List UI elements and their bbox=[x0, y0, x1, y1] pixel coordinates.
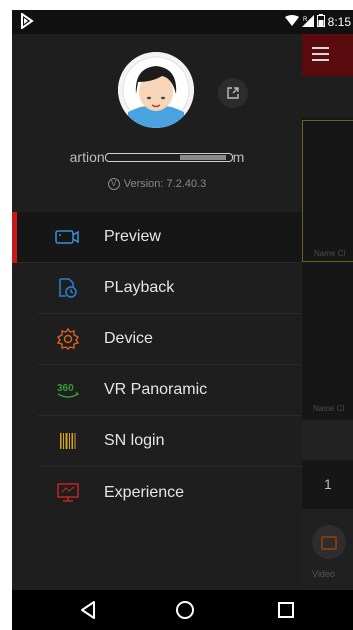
background-app: Name Cl Name Cl 1 Video bbox=[302, 34, 353, 590]
username-redaction bbox=[104, 152, 233, 162]
notification-icon bbox=[20, 12, 34, 34]
status-time: 8:15 bbox=[327, 15, 351, 29]
wifi-icon bbox=[284, 14, 299, 30]
camera-preview-icon bbox=[54, 225, 82, 249]
menu-item-label: SN login bbox=[104, 432, 165, 449]
menu-item-sn-login[interactable]: SN login bbox=[38, 416, 302, 467]
background-preview-cell[interactable]: Name Cl bbox=[302, 120, 353, 262]
menu-item-label: Device bbox=[104, 330, 153, 347]
background-toolbar bbox=[302, 420, 353, 460]
menu-item-device[interactable]: Device bbox=[38, 314, 302, 365]
vr-360-icon: 360 bbox=[54, 378, 82, 402]
home-icon[interactable] bbox=[176, 601, 194, 619]
background-preview-cell[interactable]: Name Cl bbox=[302, 266, 353, 416]
recent-apps-icon[interactable] bbox=[278, 602, 294, 618]
video-label: Video bbox=[312, 569, 335, 579]
username-prefix: artion bbox=[69, 149, 105, 165]
background-subheader bbox=[302, 76, 353, 118]
menu-item-label: PLayback bbox=[104, 279, 175, 296]
battery-icon bbox=[316, 14, 325, 30]
navigation-drawer: artion m V Version: 7.2.40.3 Preview PLay… bbox=[12, 34, 302, 590]
version-icon: V bbox=[107, 178, 120, 190]
menu-item-experience[interactable]: Experience bbox=[38, 467, 302, 518]
background-cell-name: Name Cl bbox=[314, 249, 346, 258]
menu-item-label: VR Panoramic bbox=[104, 381, 208, 398]
background-bottom-panel: Video bbox=[302, 509, 353, 590]
username: artion m bbox=[12, 149, 302, 165]
monitor-icon bbox=[54, 481, 82, 505]
svg-text:R: R bbox=[303, 17, 308, 23]
avatar[interactable] bbox=[118, 52, 194, 128]
status-bar: R 8:15 bbox=[12, 10, 353, 34]
phone-screen: R 8:15 Name Cl Name Cl 1 Video artion m … bbox=[12, 10, 353, 630]
video-icon[interactable] bbox=[312, 525, 346, 559]
menu-item-preview[interactable]: Preview bbox=[12, 212, 302, 263]
menu-item-label: Preview bbox=[104, 228, 161, 245]
menu-item-vr-panoramic[interactable]: 360 VR Panoramic bbox=[38, 365, 302, 416]
version-text: Version: 7.2.40.3 bbox=[123, 178, 207, 190]
svg-text:360: 360 bbox=[57, 383, 74, 394]
background-header bbox=[302, 34, 353, 76]
drawer-menu: Preview PLayback Device 360 VR Panoramic bbox=[12, 212, 302, 518]
menu-item-label: Experience bbox=[104, 483, 185, 501]
background-cell-name: Name Cl bbox=[313, 404, 345, 413]
menu-item-playback[interactable]: PLayback bbox=[38, 263, 302, 314]
navigation-bar bbox=[12, 590, 353, 630]
share-icon[interactable] bbox=[218, 78, 248, 108]
signal-icon: R bbox=[301, 14, 314, 30]
background-page-number: 1 bbox=[324, 476, 332, 492]
username-suffix: m bbox=[232, 149, 245, 165]
back-icon[interactable] bbox=[80, 601, 96, 624]
device-gear-icon bbox=[54, 327, 82, 351]
barcode-icon bbox=[54, 429, 82, 453]
hamburger-menu-icon[interactable] bbox=[312, 47, 329, 65]
app-version: V Version: 7.2.40.3 bbox=[12, 178, 302, 190]
playback-clock-icon bbox=[54, 276, 82, 300]
